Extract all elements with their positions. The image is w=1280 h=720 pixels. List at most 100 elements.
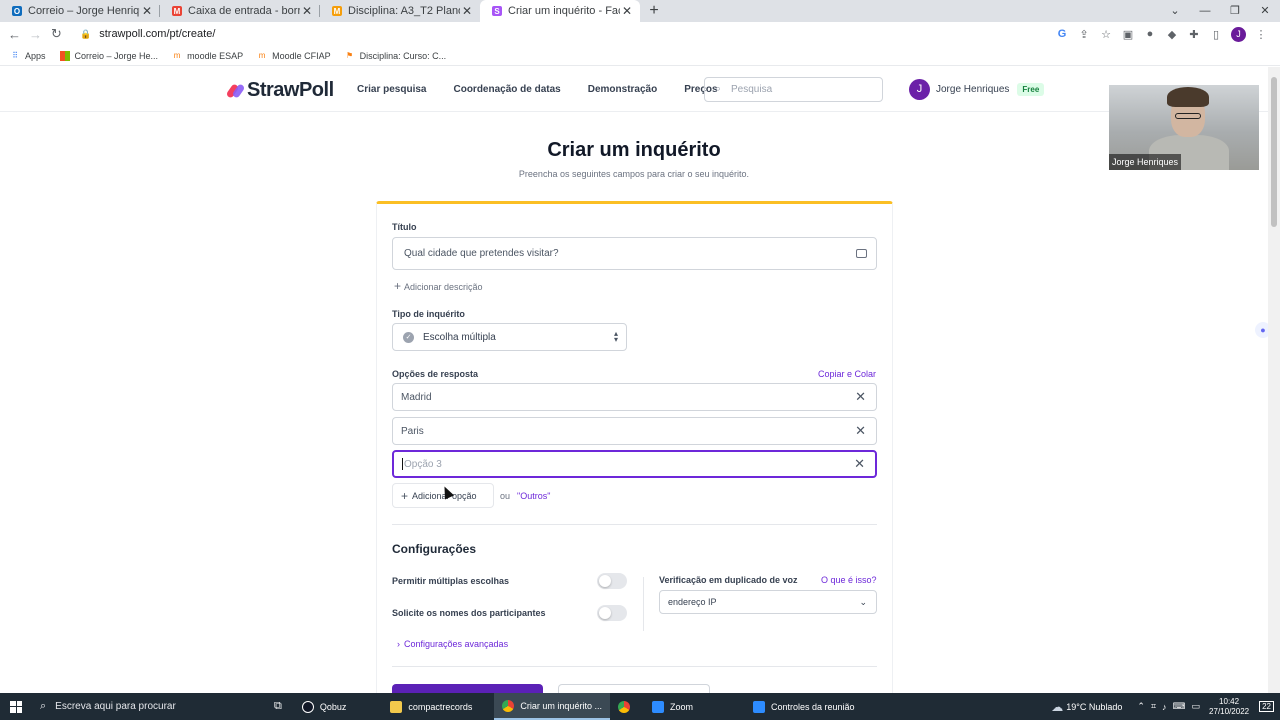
windows-logo-icon xyxy=(10,700,22,713)
option-input-3[interactable]: Opção 3 ✕ xyxy=(392,450,877,478)
browser-tab-gmail[interactable]: M Caixa de entrada - borralha@gm ✕ xyxy=(160,0,320,22)
extension-icon[interactable]: ▣ xyxy=(1117,28,1139,41)
chevron-up-icon[interactable]: ⌃ xyxy=(1137,701,1145,712)
bookmark-outlook[interactable]: Correio – Jorge He... xyxy=(59,50,158,61)
nav-coordenacao-datas[interactable]: Coordenação de datas xyxy=(453,84,560,95)
ask-names-toggle[interactable] xyxy=(597,605,627,621)
close-tab-icon[interactable]: ✕ xyxy=(620,4,634,18)
extension-icon[interactable]: ◆ xyxy=(1161,28,1183,41)
option-input-2[interactable]: Paris ✕ xyxy=(392,417,877,445)
task-view-button[interactable]: ⧉ xyxy=(262,693,294,720)
sidebar-icon[interactable]: ▯ xyxy=(1205,28,1227,41)
google-icon[interactable]: G xyxy=(1051,28,1073,40)
add-others-link[interactable]: "Outros" xyxy=(517,491,550,501)
forward-icon[interactable]: → xyxy=(25,27,46,42)
divider xyxy=(392,666,877,667)
clock-date: 27/10/2022 xyxy=(1209,706,1250,716)
title-label: Título xyxy=(392,222,417,232)
moodle-icon: ⚑ xyxy=(346,50,354,60)
multiple-choices-label: Permitir múltiplas escolhas xyxy=(392,576,510,586)
profile-avatar[interactable]: J xyxy=(1231,26,1246,42)
duplicate-check-select[interactable]: endereço IP ⌄ xyxy=(659,590,877,614)
page-scrollbar[interactable] xyxy=(1268,67,1280,693)
browser-tab-outlook[interactable]: O Correio – Jorge Henriques – Outl ✕ xyxy=(0,0,160,22)
copy-paste-link[interactable]: Copiar e Colar xyxy=(818,369,876,379)
close-tab-icon[interactable]: ✕ xyxy=(140,4,154,18)
option-input-1[interactable]: Madrid ✕ xyxy=(392,383,877,411)
address-bar[interactable]: 🔒 strawpoll.com/pt/create/ xyxy=(72,24,1050,44)
tab-search-icon[interactable]: ⌄ xyxy=(1160,0,1190,22)
duplicate-check-label: Verificação em duplicado de voz xyxy=(659,575,798,585)
menu-dots-icon[interactable]: ⋮ xyxy=(1250,28,1272,41)
taskbar-app-qobuz[interactable]: Qobuz xyxy=(294,693,355,720)
title-value: Qual cidade que pretendes visitar? xyxy=(404,248,559,259)
puzzle-icon[interactable]: ✚ xyxy=(1183,28,1205,41)
bookmark-moodle-cfiap[interactable]: m Moodle CFIAP xyxy=(257,51,331,61)
user-menu[interactable]: J Jorge Henriques Free xyxy=(909,79,1045,100)
tab-title: Disciplina: A3_T2 Plano de Transi xyxy=(348,5,460,17)
taskbar-app-meeting-controls[interactable]: Controles da reunião xyxy=(745,693,863,720)
bookmark-star-icon[interactable]: ☆ xyxy=(1095,28,1117,41)
task-view-icon: ⧉ xyxy=(274,700,282,712)
tab-title: Correio – Jorge Henriques – Outl xyxy=(28,5,140,17)
bookmark-label: Apps xyxy=(25,50,46,61)
or-text: ou xyxy=(500,491,511,501)
bookmark-apps[interactable]: ⠿ Apps xyxy=(10,50,46,61)
close-icon[interactable]: ✕ xyxy=(855,423,866,439)
reload-icon[interactable]: ↻ xyxy=(46,26,67,42)
taskbar-app-label: Qobuz xyxy=(319,701,347,712)
add-description-label: Adicionar descrição xyxy=(404,282,483,292)
scrollbar-thumb[interactable] xyxy=(1271,77,1277,227)
close-tab-icon[interactable]: ✕ xyxy=(460,4,474,18)
browser-tab-strawpoll[interactable]: S Criar um inquérito - Faça um inq ✕ xyxy=(480,0,640,22)
taskbar-app-zoom[interactable]: Zoom xyxy=(644,693,701,720)
weather-text[interactable]: 19°C Nublado xyxy=(1066,702,1122,712)
poll-type-select[interactable]: ✓ Escolha múltipla ▴ ▾ xyxy=(392,323,627,351)
moodle-icon: m xyxy=(173,50,181,60)
back-icon[interactable]: ← xyxy=(4,27,25,42)
battery-icon[interactable]: ▭ xyxy=(1192,701,1201,712)
multiple-choices-toggle[interactable] xyxy=(597,573,627,589)
minimize-icon[interactable]: — xyxy=(1190,0,1220,22)
language-icon[interactable]: ⌨ xyxy=(1173,701,1186,712)
logo-text: StrawPoll xyxy=(247,79,334,101)
volume-icon[interactable]: ♪ xyxy=(1162,702,1167,712)
nav-demonstracao[interactable]: Demonstração xyxy=(588,84,657,95)
nav-criar-pesquisa[interactable]: Criar pesquisa xyxy=(357,84,426,95)
duplicate-help-link[interactable]: O que é isso? xyxy=(821,575,877,585)
bookmark-disciplina[interactable]: ⚑ Disciplina: Curso: C... xyxy=(345,50,446,61)
poll-type-label: Tipo de inquérito xyxy=(392,309,465,319)
search-input[interactable]: ⌕ Pesquisa xyxy=(704,77,883,102)
strawpoll-logo[interactable]: StrawPoll xyxy=(225,79,334,102)
restore-icon[interactable]: ❐ xyxy=(1220,0,1250,22)
close-icon[interactable]: ✕ xyxy=(854,456,865,472)
browser-tab-moodle[interactable]: M Disciplina: A3_T2 Plano de Transi ✕ xyxy=(320,0,480,22)
start-button[interactable] xyxy=(0,693,32,720)
network-icon[interactable]: ⌗ xyxy=(1151,701,1156,712)
apps-grid-icon: ⠿ xyxy=(12,50,18,60)
close-window-icon[interactable]: ✕ xyxy=(1250,0,1280,22)
search-placeholder: Pesquisa xyxy=(731,84,773,95)
taskbar-app-chrome-strawpoll[interactable]: Criar um inquérito ... xyxy=(494,693,610,720)
taskbar-app-label: Criar um inquérito ... xyxy=(520,700,602,711)
advanced-settings-toggle[interactable]: › Configurações avançadas xyxy=(397,639,508,649)
plus-icon: + xyxy=(394,279,402,293)
taskbar-app-chrome[interactable] xyxy=(610,693,644,720)
share-icon[interactable]: ⇪ xyxy=(1073,28,1095,41)
close-icon[interactable]: ✕ xyxy=(855,389,866,405)
image-upload-icon[interactable] xyxy=(856,249,867,258)
add-description-button[interactable]: + Adicionar descrição xyxy=(394,279,483,293)
taskbar-app-folder[interactable]: compactrecords xyxy=(382,693,480,720)
notifications-icon[interactable]: 22 xyxy=(1259,701,1274,712)
chrome-icon xyxy=(502,699,515,712)
plus-icon: + xyxy=(401,488,409,503)
system-tray: ☁ 19°C Nublado ⌃ ⌗ ♪ ⌨ ▭ 10:42 27/10/202… xyxy=(1048,693,1280,720)
mic-extension-icon[interactable]: ● xyxy=(1139,28,1161,40)
bookmark-moodle-esap[interactable]: m moodle ESAP xyxy=(172,51,243,61)
new-tab-button[interactable]: + xyxy=(640,0,668,22)
taskbar-search[interactable]: ⌕ Escreva aqui para procurar xyxy=(32,693,262,720)
taskbar-clock[interactable]: 10:42 27/10/2022 xyxy=(1209,697,1249,717)
close-tab-icon[interactable]: ✕ xyxy=(300,4,314,18)
title-input[interactable]: Qual cidade que pretendes visitar? xyxy=(392,237,877,270)
answer-options-label: Opções de resposta xyxy=(392,369,479,379)
